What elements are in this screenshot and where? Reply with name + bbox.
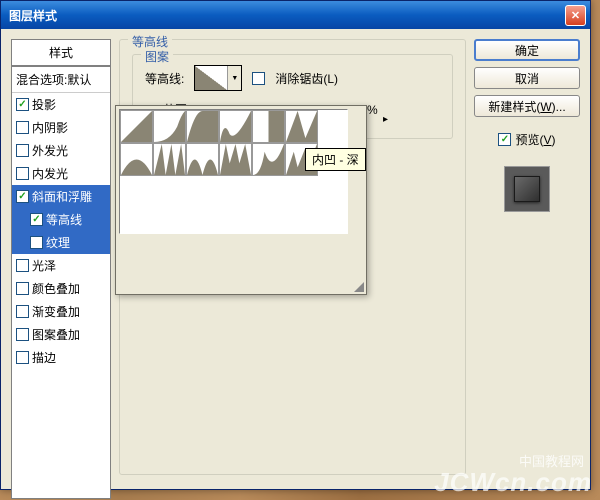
contour-shape-icon bbox=[195, 66, 227, 90]
close-button[interactable]: ✕ bbox=[565, 5, 586, 26]
ok-button[interactable]: 确定 bbox=[474, 39, 580, 61]
contour-thumb[interactable] bbox=[252, 110, 285, 143]
contour-thumb[interactable] bbox=[186, 110, 219, 143]
list-item-bevel[interactable]: 斜面和浮雕 bbox=[12, 185, 110, 208]
preview-label: 预览(V) bbox=[515, 131, 555, 148]
list-item[interactable]: 渐变叠加 bbox=[12, 300, 110, 323]
list-item[interactable]: 描边 bbox=[12, 346, 110, 369]
preview-thumbnail bbox=[504, 166, 550, 212]
list-item-texture[interactable]: 纹理 bbox=[12, 231, 110, 254]
styles-list: 混合选项:默认 投影 内阴影 外发光 内发光 斜面和浮雕 等高线 纹理 光泽 颜… bbox=[11, 67, 111, 499]
watermark: JCWcn.com bbox=[434, 467, 592, 498]
list-item[interactable]: 内发光 bbox=[12, 162, 110, 185]
tooltip: 内凹 - 深 bbox=[305, 148, 366, 171]
list-item[interactable]: 颜色叠加 bbox=[12, 277, 110, 300]
checkbox-icon[interactable] bbox=[16, 351, 29, 364]
styles-header: 样式 bbox=[11, 39, 111, 67]
contour-thumb[interactable] bbox=[219, 110, 252, 143]
list-item[interactable]: 图案叠加 bbox=[12, 323, 110, 346]
checkbox-icon[interactable] bbox=[16, 98, 29, 111]
chevron-down-icon[interactable] bbox=[227, 66, 241, 90]
contour-thumb[interactable] bbox=[252, 143, 285, 176]
styles-panel: 样式 混合选项:默认 投影 内阴影 外发光 内发光 斜面和浮雕 等高线 纹理 光… bbox=[11, 39, 111, 479]
window-title: 图层样式 bbox=[5, 7, 565, 24]
list-item[interactable]: 外发光 bbox=[12, 139, 110, 162]
checkbox-icon[interactable] bbox=[16, 167, 29, 180]
inner-legend: 图案 bbox=[141, 48, 173, 65]
contour-thumb[interactable] bbox=[153, 143, 186, 176]
resize-handle-icon[interactable] bbox=[352, 280, 364, 292]
contour-label: 等高线: bbox=[145, 70, 184, 87]
contour-thumb[interactable] bbox=[219, 143, 252, 176]
checkbox-icon[interactable] bbox=[16, 144, 29, 157]
checkbox-icon[interactable] bbox=[16, 259, 29, 272]
preview-swatch bbox=[514, 176, 540, 202]
cancel-button[interactable]: 取消 bbox=[474, 67, 580, 89]
checkbox-icon[interactable] bbox=[30, 236, 43, 249]
contour-thumb[interactable] bbox=[153, 110, 186, 143]
titlebar[interactable]: 图层样式 ✕ bbox=[1, 1, 590, 29]
checkbox-icon[interactable] bbox=[16, 190, 29, 203]
contour-thumb[interactable] bbox=[120, 143, 153, 176]
checkbox-icon[interactable] bbox=[16, 328, 29, 341]
popup-expand-icon[interactable]: ▸ bbox=[383, 114, 388, 125]
contour-thumb[interactable] bbox=[186, 143, 219, 176]
range-unit: % bbox=[367, 103, 378, 117]
list-item[interactable]: 内阴影 bbox=[12, 116, 110, 139]
antialias-checkbox[interactable] bbox=[252, 72, 265, 85]
checkbox-icon[interactable] bbox=[16, 282, 29, 295]
preview-checkbox[interactable] bbox=[498, 133, 511, 146]
contour-grid bbox=[119, 109, 348, 234]
list-item-contour[interactable]: 等高线 bbox=[12, 208, 110, 231]
antialias-label: 消除锯齿(L) bbox=[275, 70, 338, 87]
contour-popup: ▸ bbox=[115, 105, 367, 295]
checkbox-icon[interactable] bbox=[30, 213, 43, 226]
contour-picker[interactable] bbox=[194, 65, 242, 91]
contour-thumb[interactable] bbox=[120, 110, 153, 143]
checkbox-icon[interactable] bbox=[16, 121, 29, 134]
contour-thumb[interactable] bbox=[285, 110, 318, 143]
list-item[interactable]: 光泽 bbox=[12, 254, 110, 277]
list-item[interactable]: 投影 bbox=[12, 93, 110, 116]
new-style-button[interactable]: 新建样式(W)... bbox=[474, 95, 580, 117]
buttons-panel: 确定 取消 新建样式(W)... 预览(V) bbox=[474, 39, 580, 479]
list-item-blending[interactable]: 混合选项:默认 bbox=[12, 67, 110, 93]
checkbox-icon[interactable] bbox=[16, 305, 29, 318]
